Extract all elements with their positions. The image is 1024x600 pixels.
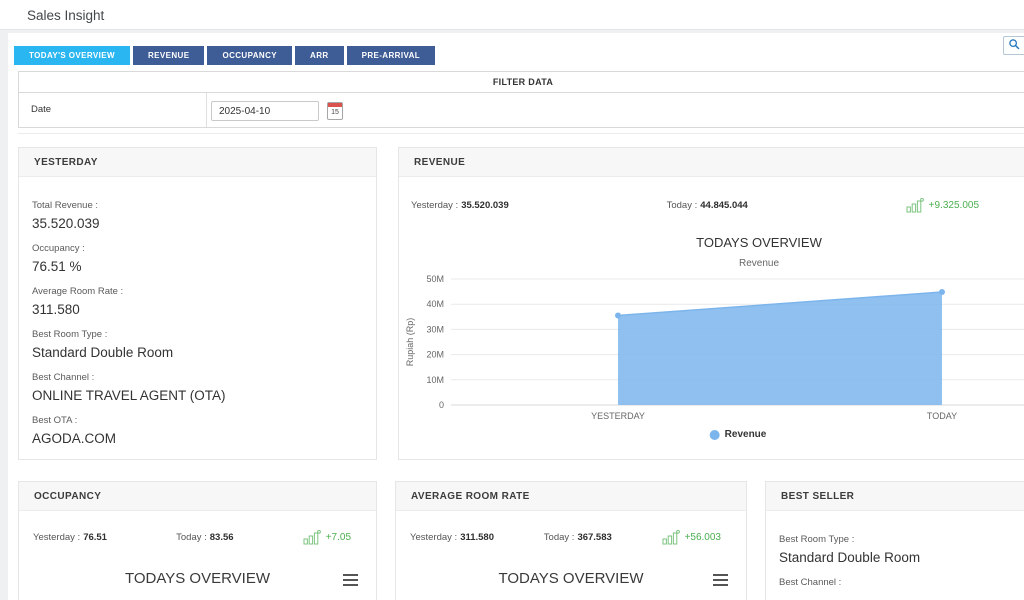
date-label: Date (31, 104, 51, 115)
tab-todays-overview[interactable]: TODAY'S OVERVIEW (14, 46, 130, 65)
stat-occupancy: Occupancy : 76.51 % (32, 243, 361, 274)
occupancy-delta-stat: +7.05 (303, 530, 351, 545)
svg-text:50M: 50M (426, 274, 444, 284)
revenue-today-stat: Today :44.845.044 (667, 200, 748, 211)
best-seller-card: BEST SELLER Best Room Type : Standard Do… (765, 481, 1024, 600)
arr-yesterday-stat: Yesterday :311.580 (410, 532, 494, 543)
tab-revenue[interactable]: REVENUE (133, 46, 204, 65)
svg-text:0: 0 (439, 400, 444, 410)
revenue-yesterday-stat: Yesterday :35.520.039 (411, 200, 509, 211)
yesterday-card-body: Total Revenue : 35.520.039 Occupancy : 7… (19, 177, 376, 446)
arr-delta-stat: +56.003 (662, 530, 721, 545)
tab-bar: TODAY'S OVERVIEW REVENUE OCCUPANCY ARR P… (14, 46, 435, 65)
occupancy-stats-row: Yesterday :76.51 Today :83.56 +7.05 (19, 511, 376, 545)
stat-best-channel: Best Channel : (779, 577, 1024, 588)
svg-text:30M: 30M (426, 324, 444, 334)
calendar-icon-header (328, 103, 342, 107)
yesterday-card-title: YESTERDAY (19, 148, 376, 177)
svg-text:20M: 20M (426, 350, 444, 360)
main-panel: TODAY'S OVERVIEW REVENUE OCCUPANCY ARR P… (8, 33, 1024, 600)
sales-insight-screen: Sales Insight TODAY'S OVERVIEW REVENUE O… (0, 0, 1024, 600)
calendar-icon[interactable]: 15 (327, 102, 343, 120)
filter-divider (18, 133, 1024, 134)
filter-date-row: Date (19, 93, 207, 127)
revenue-delta-stat: +9.325.005 (906, 198, 979, 213)
date-input[interactable] (211, 101, 319, 121)
filter-panel-title: FILTER DATA (19, 72, 1024, 93)
best-seller-card-title: BEST SELLER (766, 482, 1024, 511)
stat-total-revenue: Total Revenue : 35.520.039 (32, 200, 361, 231)
stat-average-room-rate: Average Room Rate : 311.580 (32, 286, 361, 317)
svg-text:TODAYS OVERVIEW: TODAYS OVERVIEW (696, 235, 822, 250)
page-title: Sales Insight (27, 8, 104, 23)
tab-occupancy[interactable]: OCCUPANCY (207, 46, 292, 65)
top-bar: Sales Insight (0, 0, 1024, 30)
growth-chart-icon (906, 198, 924, 213)
stat-best-ota: Best OTA : AGODA.COM (32, 415, 361, 446)
search-button[interactable] (1003, 36, 1024, 55)
svg-text:YESTERDAY: YESTERDAY (591, 411, 645, 421)
arr-today-stat: Today :367.583 (544, 532, 612, 543)
yesterday-card: YESTERDAY Total Revenue : 35.520.039 Occ… (18, 147, 377, 460)
svg-text:40M: 40M (426, 299, 444, 309)
growth-chart-icon (303, 530, 321, 545)
occupancy-chart-title: TODAYS OVERVIEW (19, 570, 376, 587)
arr-chart-title: TODAYS OVERVIEW (396, 570, 746, 587)
growth-chart-icon (662, 530, 680, 545)
filter-panel: FILTER DATA Date 15 (18, 71, 1024, 128)
occupancy-today-stat: Today :83.56 (176, 532, 233, 543)
occupancy-card: OCCUPANCY Yesterday :76.51 Today :83.56 … (18, 481, 377, 600)
stat-best-room-type: Best Room Type : Standard Double Room (779, 534, 1024, 565)
svg-text:Rupiah (Rp): Rupiah (Rp) (405, 318, 415, 367)
occupancy-card-title: OCCUPANCY (19, 482, 376, 511)
stat-best-channel: Best Channel : ONLINE TRAVEL AGENT (OTA) (32, 372, 361, 403)
best-seller-card-body: Best Room Type : Standard Double Room Be… (766, 511, 1024, 588)
occupancy-yesterday-stat: Yesterday :76.51 (33, 532, 107, 543)
revenue-card-title: REVENUE (399, 148, 1024, 177)
stat-best-room-type: Best Room Type : Standard Double Room (32, 329, 361, 360)
arr-stats-row: Yesterday :311.580 Today :367.583 +56.00… (396, 511, 746, 545)
chart-menu-icon[interactable] (343, 574, 358, 586)
calendar-icon-day: 15 (328, 109, 342, 116)
svg-text:Revenue: Revenue (739, 258, 779, 269)
chart-legend-revenue[interactable]: Revenue (710, 429, 767, 440)
revenue-area-chart: 0 10M 20M 30M 40M 50M Rupiah (Rp) YESTERDAY TODA… (399, 231, 1024, 431)
revenue-stats-row: Yesterday :35.520.039 Today :44.845.044 … (399, 177, 1024, 213)
svg-text:TODAY: TODAY (927, 411, 957, 421)
average-room-rate-card-title: AVERAGE ROOM RATE (396, 482, 746, 511)
legend-marker-icon (710, 430, 720, 440)
tab-arr[interactable]: ARR (295, 46, 344, 65)
svg-text:10M: 10M (426, 375, 444, 385)
chart-menu-icon[interactable] (713, 574, 728, 586)
revenue-card: REVENUE Yesterday :35.520.039 Today :44.… (398, 147, 1024, 460)
tab-pre-arrival[interactable]: PRE-ARRIVAL (347, 46, 435, 65)
search-icon (1008, 38, 1021, 51)
average-room-rate-card: AVERAGE ROOM RATE Yesterday :311.580 Tod… (395, 481, 747, 600)
